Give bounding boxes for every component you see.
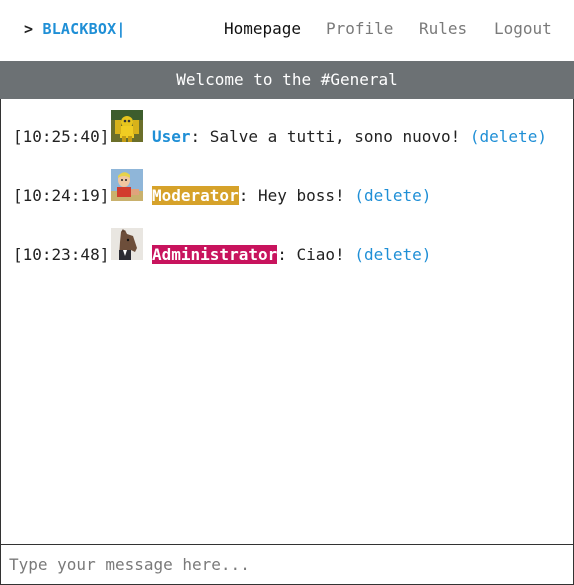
delete-message-link[interactable]: (delete) — [354, 245, 431, 264]
message-username[interactable]: User — [152, 127, 191, 146]
message-text: : Salve a tutti, sono nuovo! — [190, 127, 461, 146]
message-timestamp: [10:25:40] — [13, 127, 110, 146]
message-input[interactable] — [1, 545, 573, 584]
channel-banner: Welcome to the #General — [0, 61, 574, 99]
message-username[interactable]: Administrator — [152, 245, 278, 264]
message-timestamp: [10:23:48] — [13, 245, 110, 264]
message-text: : Hey boss! — [238, 186, 345, 205]
message-line: User: Salve a tutti, sono nuovo! (delete… — [152, 127, 547, 146]
horse-avatar-icon — [111, 228, 143, 260]
chat-message: [10:24:19] Moderator: Hey boss! (delete) — [13, 158, 563, 205]
message-timestamp: [10:24:19] — [13, 186, 110, 205]
yellow-robot-avatar-icon — [111, 110, 143, 142]
delete-message-link[interactable]: (delete) — [470, 127, 547, 146]
top-navbar: > BLACKBOX| Homepage Profile Rules Logou… — [0, 0, 574, 61]
chat-message: [10:23:48] Administrator: Ciao! (delete) — [13, 217, 563, 264]
nav-rules-link[interactable]: Rules — [419, 19, 467, 38]
cartoon-man-avatar-icon — [111, 169, 143, 201]
delete-message-link[interactable]: (delete) — [354, 186, 431, 205]
message-username[interactable]: Moderator — [152, 186, 239, 205]
chat-log[interactable]: [10:25:40] User: Salve a tutti, sono nuo… — [0, 99, 574, 545]
nav-menu: Homepage Profile Rules Logout — [0, 19, 574, 41]
nav-profile-link[interactable]: Profile — [326, 19, 393, 38]
nav-logout-link[interactable]: Logout — [494, 19, 552, 38]
chat-message: [10:25:40] User: Salve a tutti, sono nuo… — [13, 99, 563, 146]
message-composer — [0, 544, 574, 585]
message-text: : Ciao! — [277, 245, 345, 264]
nav-homepage-link[interactable]: Homepage — [224, 19, 301, 38]
message-line: Administrator: Ciao! (delete) — [152, 245, 431, 264]
message-line: Moderator: Hey boss! (delete) — [152, 186, 431, 205]
